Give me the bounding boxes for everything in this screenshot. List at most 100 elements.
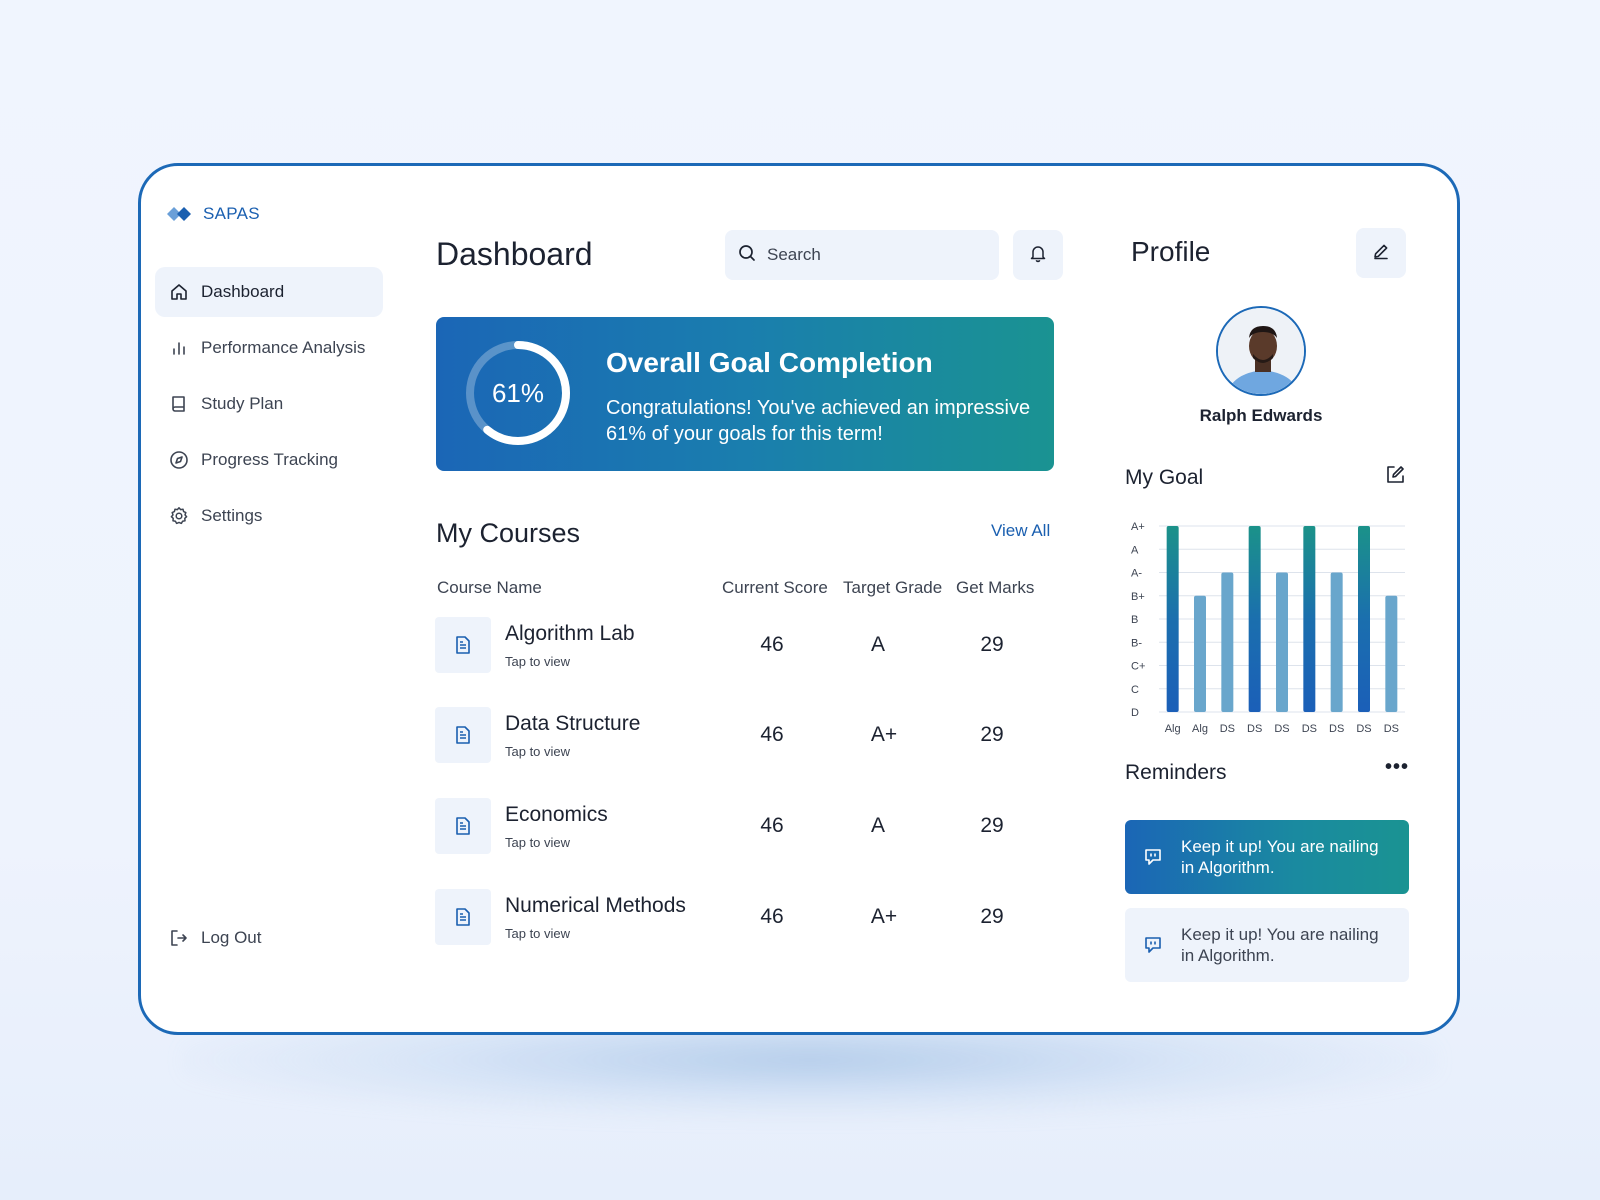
- logout-label: Log Out: [201, 928, 262, 947]
- y-tick-label: A: [1131, 544, 1139, 556]
- y-tick-label: A+: [1131, 521, 1145, 533]
- document-icon: [435, 707, 491, 763]
- logout-button[interactable]: Log Out: [169, 928, 262, 948]
- app-logo[interactable]: SAPAS: [167, 204, 260, 224]
- table-row[interactable]: Numerical Methods Tap to view 46 A+ 29: [435, 889, 1055, 947]
- x-tick-label: DS: [1220, 723, 1235, 735]
- chart-bar: [1276, 572, 1288, 712]
- y-tick-label: B: [1131, 614, 1138, 626]
- y-tick-label: D: [1131, 707, 1139, 719]
- document-icon: [435, 617, 491, 673]
- current-score: 46: [760, 905, 784, 928]
- get-marks: 29: [980, 633, 1004, 656]
- search-input[interactable]: [767, 245, 967, 265]
- sidebar-item-label: Progress Tracking: [201, 450, 338, 469]
- sidebar-item-progress-tracking[interactable]: Progress Tracking: [155, 435, 383, 485]
- x-tick-label: DS: [1302, 723, 1317, 735]
- get-marks: 29: [980, 814, 1004, 837]
- reminders-more-button[interactable]: •••: [1385, 756, 1409, 779]
- chart-bar: [1248, 526, 1261, 712]
- target-grade: A: [870, 814, 885, 837]
- pencil-icon: [1371, 241, 1391, 266]
- page-title: Dashboard: [436, 236, 593, 272]
- document-icon: [435, 889, 491, 945]
- compass-icon: [169, 450, 189, 470]
- course-name: Economics: [505, 803, 608, 826]
- book-icon: [169, 394, 189, 414]
- current-score: 46: [760, 723, 784, 746]
- my-goal-bar-chart: A+ A A- B+ B B- C+ CD Alg Alg DS DS DS DS DS DS DS: [1131, 521, 1405, 735]
- reminder-card[interactable]: Keep it up! You are nailing in Algorithm…: [1125, 820, 1409, 894]
- table-row[interactable]: Data Structure Tap to view 46 A+ 29: [435, 707, 1055, 765]
- view-all-link[interactable]: View All: [991, 521, 1050, 541]
- edit-goal-button[interactable]: [1384, 464, 1406, 491]
- tap-to-view-label: Tap to view: [505, 744, 571, 759]
- sidebar-item-performance-analysis[interactable]: Performance Analysis: [155, 323, 383, 373]
- chart-bar: [1385, 595, 1398, 712]
- current-score: 46: [760, 633, 784, 656]
- chart-bar: [1330, 572, 1343, 712]
- tap-to-view-label: Tap to view: [505, 654, 571, 669]
- course-name: Data Structure: [505, 712, 641, 735]
- current-score: 46: [760, 814, 784, 837]
- column-header-course-name: Course Name: [437, 578, 542, 597]
- y-tick-label: B+: [1131, 591, 1145, 603]
- app-name: SAPAS: [203, 204, 260, 223]
- profile-name: Ralph Edwards: [1199, 406, 1323, 425]
- chart-bar: [1194, 595, 1206, 712]
- chart-bar: [1303, 526, 1316, 712]
- chart-bar: [1221, 572, 1234, 712]
- search-box[interactable]: [725, 230, 999, 280]
- sidebar-item-label: Study Plan: [201, 394, 284, 413]
- goal-completion-card: 61% Overall Goal Completion Congratulati…: [436, 317, 1054, 471]
- avatar[interactable]: [1216, 306, 1306, 396]
- sidebar-item-label: Performance Analysis: [201, 338, 366, 357]
- message-icon: [1125, 934, 1181, 956]
- tap-to-view-label: Tap to view: [505, 926, 571, 941]
- goal-percent-label: 61%: [491, 377, 545, 408]
- dashboard-window: SAPAS Dashboard Performance Analysis Stu…: [138, 163, 1460, 1035]
- gear-icon: [169, 506, 189, 526]
- logo-icon: [167, 207, 191, 221]
- message-icon: [1125, 846, 1181, 868]
- x-tick-label: DS: [1329, 723, 1344, 735]
- search-icon: [737, 243, 757, 268]
- get-marks: 29: [980, 723, 1004, 746]
- chart-bar: [1166, 526, 1179, 712]
- sidebar-item-study-plan[interactable]: Study Plan: [155, 379, 383, 429]
- column-header-current-score: Current Score: [722, 578, 828, 597]
- x-tick-label: DS: [1247, 723, 1262, 735]
- bar-chart-icon: [169, 338, 189, 358]
- tap-to-view-label: Tap to view: [505, 835, 571, 850]
- x-tick-label: DS: [1356, 723, 1371, 735]
- avatar-image: [1218, 308, 1304, 394]
- sidebar-item-label: Dashboard: [201, 282, 285, 301]
- target-grade: A+: [870, 723, 898, 746]
- reminders-title: Reminders: [1125, 761, 1227, 784]
- home-icon: [169, 282, 189, 302]
- course-name: Algorithm Lab: [505, 622, 635, 645]
- reminder-text: Keep it up! You are nailing in Algorithm…: [1181, 837, 1379, 877]
- column-header-get-marks: Get Marks: [956, 578, 1035, 597]
- y-tick-label: B-: [1131, 637, 1142, 649]
- table-row[interactable]: Algorithm Lab Tap to view 46 A 29: [435, 617, 1055, 675]
- goal-message: Congratulations! You've achieved an impr…: [606, 397, 1031, 445]
- sidebar-nav: Dashboard Performance Analysis Study Pla…: [155, 267, 383, 547]
- x-tick-label: Alg: [1192, 723, 1208, 735]
- column-header-target-grade: Target Grade: [843, 578, 943, 597]
- y-tick-label: C+: [1131, 661, 1145, 673]
- chart-bar: [1358, 526, 1370, 712]
- course-name: Numerical Methods: [505, 894, 686, 917]
- reminder-text: Keep it up! You are nailing in Algorithm…: [1181, 925, 1379, 965]
- sidebar-item-settings[interactable]: Settings: [155, 491, 383, 541]
- sidebar-item-label: Settings: [201, 506, 263, 525]
- notifications-button[interactable]: [1013, 230, 1063, 280]
- edit-profile-button[interactable]: [1356, 228, 1406, 278]
- courses-title: My Courses: [436, 518, 581, 548]
- table-row[interactable]: Economics Tap to view 46 A 29: [435, 798, 1055, 856]
- bell-icon: [1028, 243, 1048, 268]
- profile-title: Profile: [1131, 236, 1211, 267]
- sidebar-item-dashboard[interactable]: Dashboard: [155, 267, 383, 317]
- document-icon: [435, 798, 491, 854]
- reminder-card[interactable]: Keep it up! You are nailing in Algorithm…: [1125, 908, 1409, 982]
